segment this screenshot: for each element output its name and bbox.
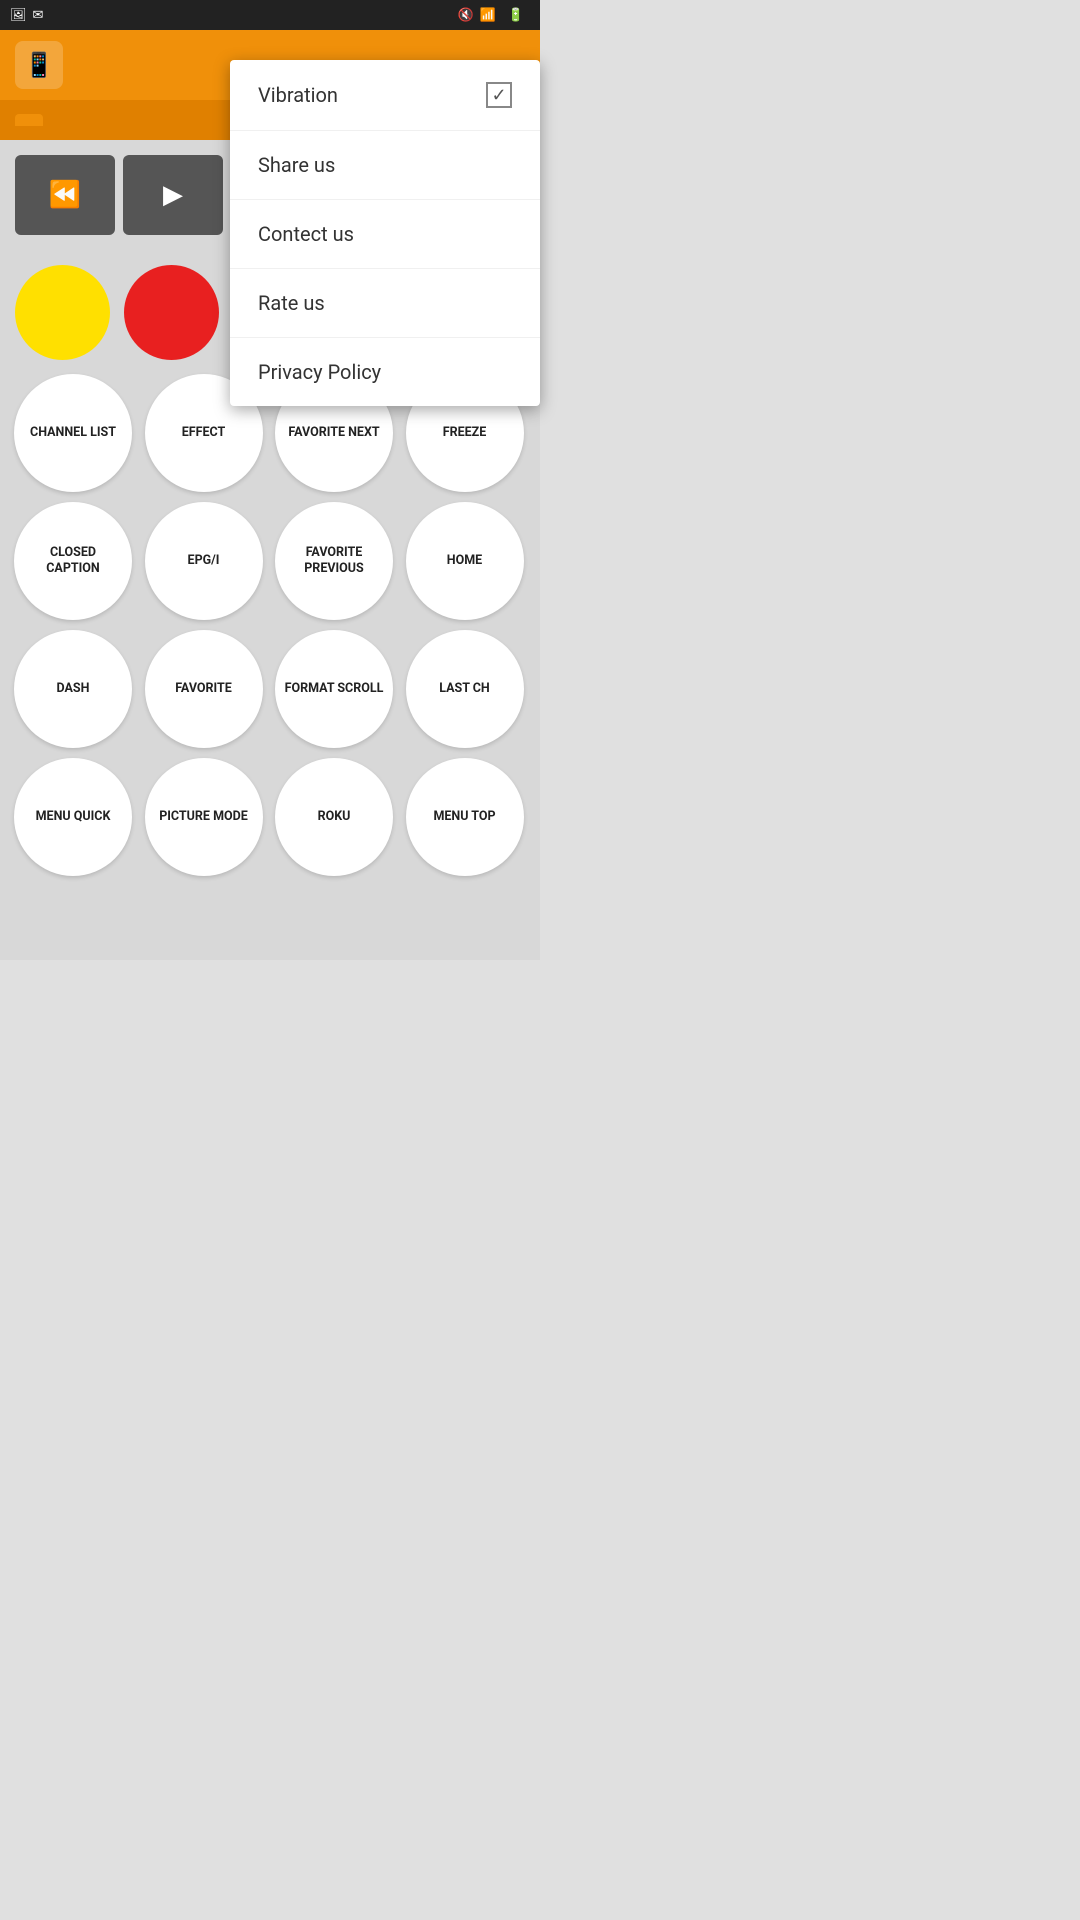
remote-buttons-grid: CHANNEL LISTEFFECTFAVORITE NEXTFREEZECLO… <box>10 374 530 876</box>
play-button[interactable]: ▶ <box>123 155 223 235</box>
status-left-icons: 🖼 ✉ <box>10 8 43 23</box>
remote-button-dash[interactable]: DASH <box>14 630 132 748</box>
dropdown-item-label: Rate us <box>258 291 325 315</box>
dropdown-item-rate-us[interactable]: Rate us <box>230 269 540 338</box>
remote-button-favorite[interactable]: FAVORITE <box>145 630 263 748</box>
remote-button-roku[interactable]: ROKU <box>275 758 393 876</box>
remote-button-favorite-previous[interactable]: FAVORITE PREVIOUS <box>275 502 393 620</box>
dropdown-menu: Vibration ✓ Share us Contect us Rate us Priva… <box>230 60 540 406</box>
dropdown-item-label: Vibration <box>258 83 338 107</box>
dropdown-item-label: Share us <box>258 153 335 177</box>
dropdown-item-label: Contect us <box>258 222 354 246</box>
red-button[interactable] <box>124 265 219 360</box>
dropdown-item-label: Privacy Policy <box>258 360 381 384</box>
remote-button-channel-list[interactable]: CHANNEL LIST <box>14 374 132 492</box>
mute-icon: 🔇 <box>457 8 473 23</box>
rewind-button[interactable]: ⏪ <box>15 155 115 235</box>
device-tab[interactable] <box>15 114 43 126</box>
remote-icon: 📱 <box>24 51 54 79</box>
remote-button-last-ch[interactable]: LAST CH <box>406 630 524 748</box>
dropdown-item-share-us[interactable]: Share us <box>230 131 540 200</box>
remote-button-closed-caption[interactable]: CLOSED CAPTION <box>14 502 132 620</box>
remote-button-menu-top[interactable]: MENU TOP <box>406 758 524 876</box>
vibration-checkbox[interactable]: ✓ <box>486 82 512 108</box>
image-icon: 🖼 <box>10 8 27 23</box>
dropdown-item-privacy-policy[interactable]: Privacy Policy <box>230 338 540 406</box>
yellow-button[interactable] <box>15 265 110 360</box>
signal-icon: 📶 <box>480 8 496 23</box>
dropdown-item-vibration[interactable]: Vibration ✓ <box>230 60 540 131</box>
app-icon: 📱 <box>15 41 63 89</box>
status-bar: 🖼 ✉ 🔇 📶 🔋 <box>0 0 540 30</box>
dropdown-item-contect-us[interactable]: Contect us <box>230 200 540 269</box>
mail-icon: ✉ <box>33 8 44 23</box>
battery-icon: 🔋 <box>508 8 524 23</box>
remote-button-epg/i[interactable]: EPG/I <box>145 502 263 620</box>
remote-button-menu-quick[interactable]: MENU QUICK <box>14 758 132 876</box>
remote-button-format-scroll[interactable]: FORMAT SCROLL <box>275 630 393 748</box>
remote-button-picture-mode[interactable]: PICTURE MODE <box>145 758 263 876</box>
status-right: 🔇 📶 🔋 <box>457 8 530 23</box>
remote-button-home[interactable]: HOME <box>406 502 524 620</box>
